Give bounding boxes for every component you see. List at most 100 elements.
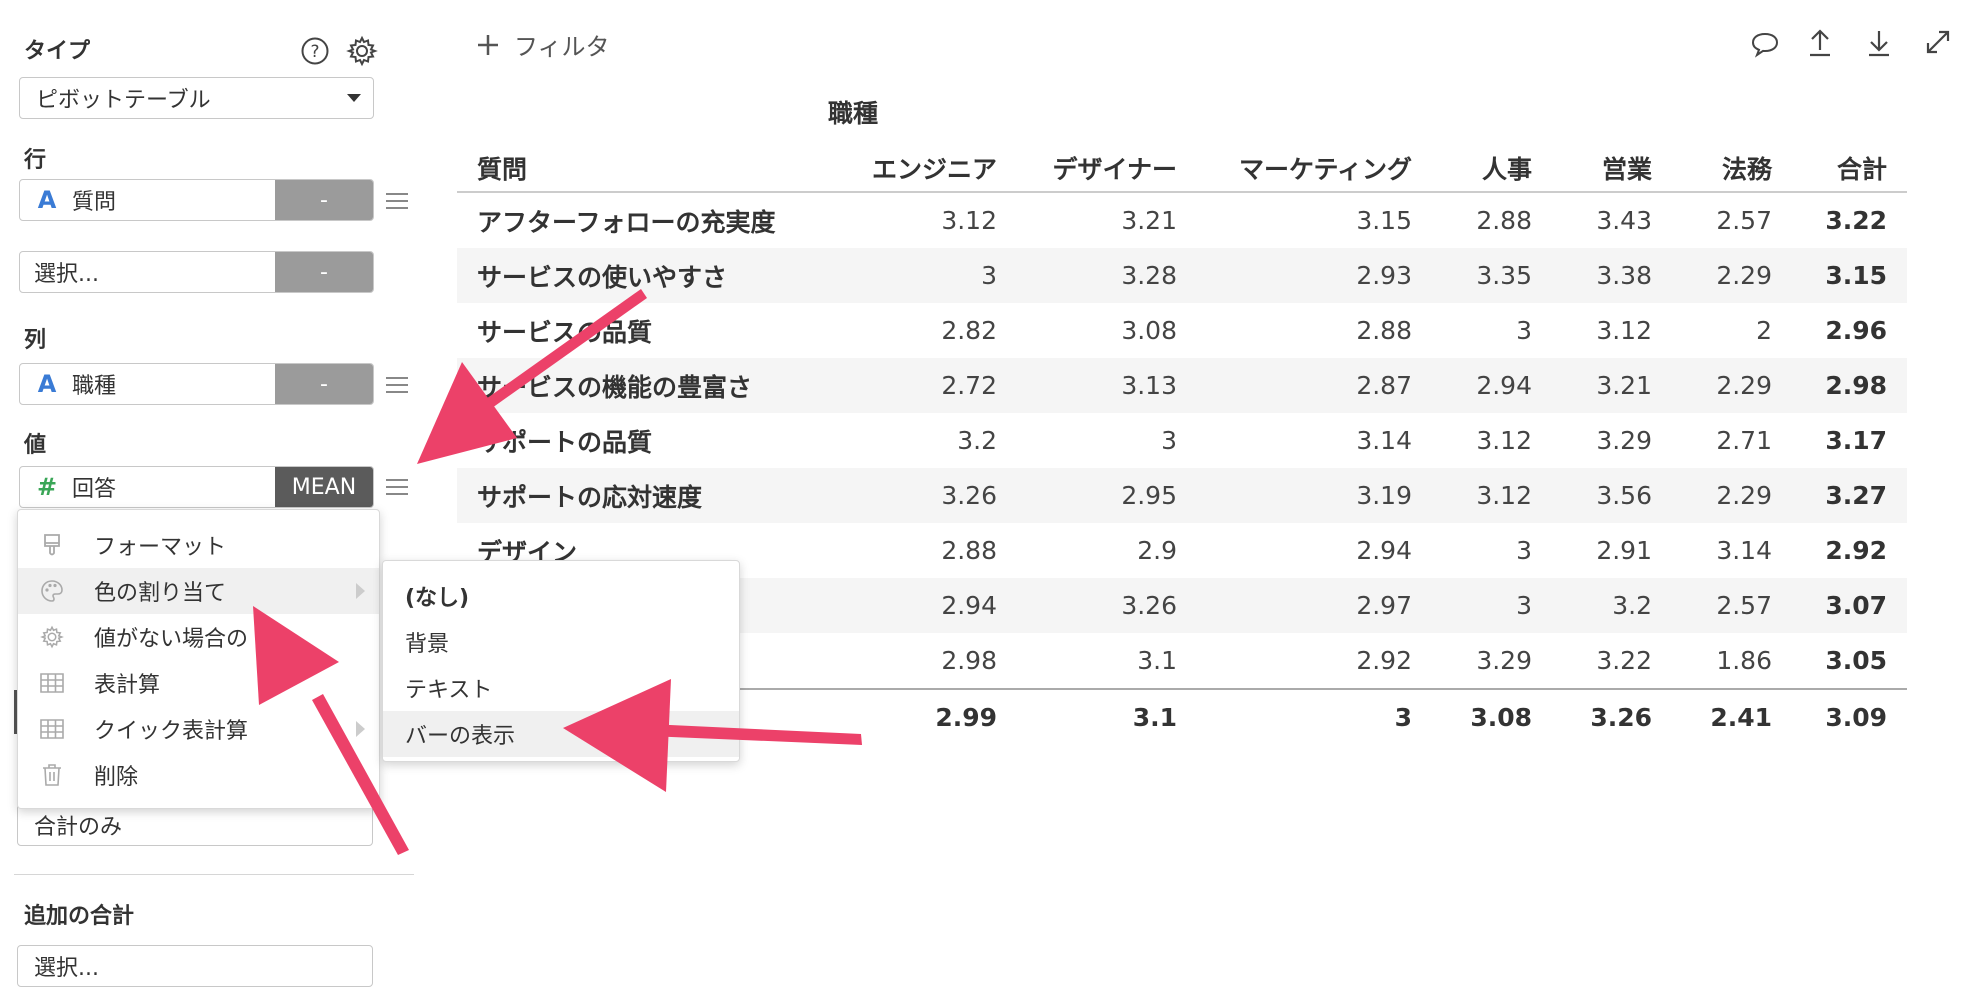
help-icon[interactable]: ? xyxy=(300,36,330,70)
row-total-cell: 2.98 xyxy=(1825,371,1887,400)
row-total-cell: 3.07 xyxy=(1825,591,1887,620)
column-header[interactable]: マーケティング xyxy=(1197,145,1432,192)
menu-item-label: 値がない場合の xyxy=(94,627,249,652)
extra-totals-placeholder: 選択... xyxy=(34,956,99,981)
table-cell: 3.38 xyxy=(1596,261,1652,290)
menu-item-missing-values[interactable]: 値がない場合の xyxy=(18,614,379,660)
table-row: サポートの品質 3.2 3 3.14 3.12 3.29 2.71 3.17 xyxy=(457,413,1907,468)
extra-totals-select[interactable]: 選択... xyxy=(17,945,373,987)
row-label: サービスの機能の豊富さ xyxy=(477,372,753,402)
column-field-remove-button[interactable]: - xyxy=(275,364,373,404)
table-cell: 3.15 xyxy=(1356,206,1412,235)
row-select-remove-button[interactable]: - xyxy=(275,252,373,292)
table-cell: 2.91 xyxy=(1596,536,1652,565)
row-header[interactable]: 質問 xyxy=(457,145,837,192)
format-brush-icon xyxy=(40,533,64,557)
submenu-item-label: 背景 xyxy=(405,632,450,657)
row-section-title: 行 xyxy=(24,148,47,173)
column-header[interactable]: デザイナー xyxy=(1017,145,1197,192)
table-cell: 3.08 xyxy=(1121,316,1177,345)
aggregation-button[interactable]: MEAN xyxy=(275,467,373,507)
add-filter-button[interactable]: フィルタ xyxy=(476,27,610,62)
table-cell: 3.26 xyxy=(1121,591,1177,620)
number-type-icon: # xyxy=(36,473,58,501)
totals-value: 合計のみ xyxy=(34,815,123,840)
table-cell: 3.56 xyxy=(1596,481,1652,510)
table-cell: 1.86 xyxy=(1716,646,1772,675)
settings-gear-icon[interactable] xyxy=(346,35,378,71)
table-cell: 2.94 xyxy=(1476,371,1532,400)
column-header[interactable]: エンジニア xyxy=(837,145,1017,192)
row-total-cell: 3.17 xyxy=(1825,426,1887,455)
submenu-arrow-icon xyxy=(356,583,365,599)
row-field-pill[interactable]: A 質問 - xyxy=(19,179,374,221)
table-cell: 3 xyxy=(1516,591,1532,620)
chart-type-value: ピボットテーブル xyxy=(36,88,211,113)
column-field-name: 職種 xyxy=(72,374,117,399)
row-total-cell: 3.15 xyxy=(1825,261,1887,290)
menu-item-quick-calc[interactable]: クイック表計算 xyxy=(18,706,379,752)
row-select-pill[interactable]: 選択... - xyxy=(19,251,374,293)
column-field-menu-icon[interactable] xyxy=(386,377,408,398)
menu-item-color-assign[interactable]: 色の割り当て xyxy=(18,568,379,614)
value-field-menu-icon[interactable] xyxy=(386,479,408,500)
table-cell: 2.72 xyxy=(941,371,997,400)
row-field-remove-button[interactable]: - xyxy=(275,180,373,220)
plus-icon xyxy=(478,34,498,55)
table-cell: 2.94 xyxy=(1356,536,1412,565)
column-header[interactable]: 合計 xyxy=(1792,145,1907,192)
menu-item-label: フォーマット xyxy=(94,535,227,560)
comment-icon[interactable] xyxy=(1750,30,1780,62)
column-field-pill[interactable]: A 職種 - xyxy=(19,363,374,405)
filter-label: フィルタ xyxy=(514,33,610,61)
table-cell: 3.22 xyxy=(1596,646,1652,675)
upload-icon[interactable] xyxy=(1807,28,1833,62)
submenu-item-background[interactable]: 背景 xyxy=(383,619,739,665)
expand-icon[interactable] xyxy=(1924,28,1952,60)
column-header[interactable]: 営業 xyxy=(1552,145,1672,192)
submenu-item-none[interactable]: (なし) xyxy=(383,573,739,619)
menu-item-label: 色の割り当て xyxy=(94,581,227,606)
total-cell: 3.1 xyxy=(1132,703,1177,732)
table-cell: 3.12 xyxy=(1596,316,1652,345)
table-cell: 2.29 xyxy=(1716,371,1772,400)
table-cell: 3.13 xyxy=(1121,371,1177,400)
row-field-menu-icon[interactable] xyxy=(386,193,408,214)
menu-item-delete[interactable]: 削除 xyxy=(18,752,379,798)
submenu-item-label: (なし) xyxy=(405,586,470,611)
table-cell: 3.29 xyxy=(1476,646,1532,675)
table-icon xyxy=(40,719,64,739)
value-field-pill[interactable]: # 回答 MEAN xyxy=(19,466,374,508)
table-cell: 2.88 xyxy=(1476,206,1532,235)
totals-select[interactable]: 合計のみ xyxy=(17,804,373,846)
chart-type-select[interactable]: ピボットテーブル xyxy=(19,77,374,119)
row-field-name: 質問 xyxy=(72,190,117,215)
column-header[interactable]: 人事 xyxy=(1432,145,1552,192)
menu-item-table-calc[interactable]: 表計算 xyxy=(18,660,379,706)
row-label: アフターフォローの充実度 xyxy=(477,207,776,237)
table-cell: 3.2 xyxy=(1612,591,1652,620)
table-cell: 2.87 xyxy=(1356,371,1412,400)
string-type-icon: A xyxy=(37,370,57,398)
header-row: 質問 エンジニア デザイナー マーケティング 人事 営業 法務 合計 xyxy=(457,145,1907,192)
download-icon[interactable] xyxy=(1866,28,1892,62)
chevron-down-icon xyxy=(347,94,361,102)
table-row: サポートの応対速度 3.26 2.95 3.19 3.12 3.56 2.29 … xyxy=(457,468,1907,523)
submenu-item-bar[interactable]: バーの表示 xyxy=(383,711,739,757)
table-cell: 2.88 xyxy=(941,536,997,565)
table-cell: 2.97 xyxy=(1356,591,1412,620)
svg-text:?: ? xyxy=(310,42,319,62)
submenu-item-text[interactable]: テキスト xyxy=(383,665,739,711)
row-total-cell: 2.96 xyxy=(1825,316,1887,345)
total-cell: 2.99 xyxy=(935,703,997,732)
trash-icon xyxy=(40,763,64,787)
column-header[interactable]: 法務 xyxy=(1672,145,1792,192)
divider xyxy=(14,874,414,875)
table-cell: 3 xyxy=(1516,536,1532,565)
menu-item-format[interactable]: フォーマット xyxy=(18,522,379,568)
row-total-cell: 2.92 xyxy=(1825,536,1887,565)
column-group-header: 職種 xyxy=(828,99,879,128)
table-cell: 2.93 xyxy=(1356,261,1412,290)
total-cell: 3.09 xyxy=(1825,703,1887,732)
submenu-item-label: バーの表示 xyxy=(405,724,516,749)
